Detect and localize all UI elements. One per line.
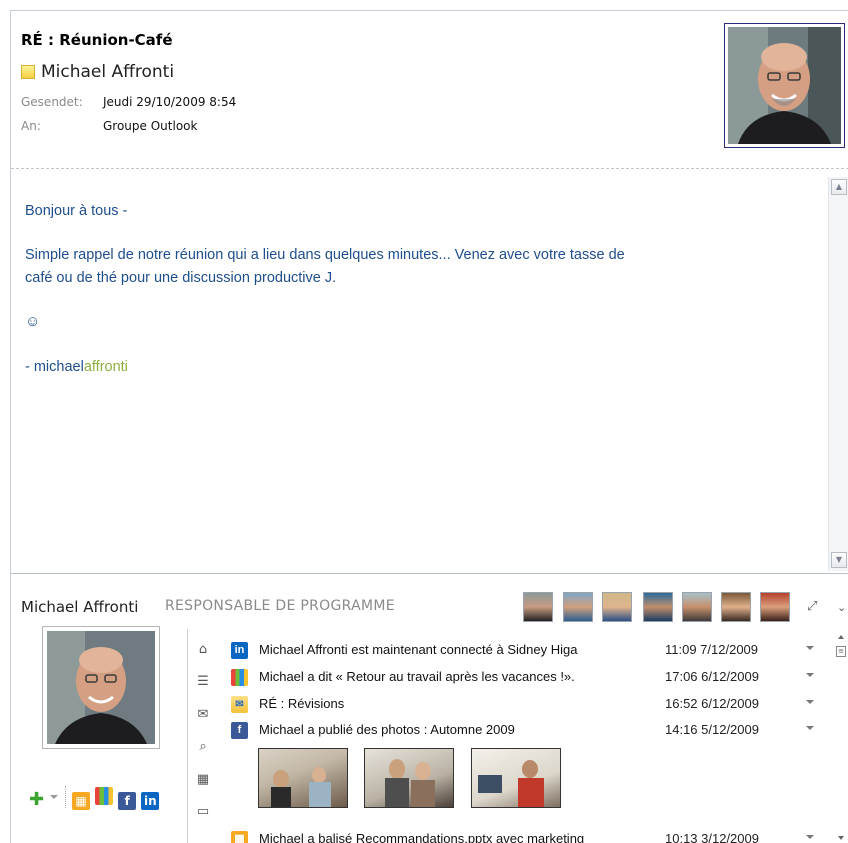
expand-icon[interactable]: ⤢ [807,599,817,614]
scroll-up-icon[interactable] [838,635,844,639]
photo-meeting-image [271,767,331,807]
chevron-down-icon[interactable] [806,700,814,704]
linkedin-icon[interactable]: in [141,792,160,810]
feed-item-date: 11:09 7/12/2009 [665,642,759,657]
contact-avatar[interactable] [721,592,751,622]
chevron-down-icon[interactable] [806,835,814,839]
scroll-up-button[interactable]: ▲ [831,179,847,195]
sender-name[interactable]: Michael Affronti [41,62,174,82]
to-value[interactable]: Groupe Outlook [103,119,197,133]
feed-item-text: Michael a balisé Recommandations.pptx av… [259,831,585,843]
contact-avatar[interactable] [563,592,593,622]
feed-item-date: 17:06 6/12/2009 [665,669,759,684]
body-line-2: café ou de thé pour une discussion produ… [25,270,337,286]
people-pane: Michael Affronti RESPONSABLE DE PROGRAMM… [11,573,848,843]
toolbar-separator [65,786,66,808]
sent-label: Gesendet: [21,95,83,109]
signature-suffix: affronti [83,359,128,375]
greeting-text: Bonjour à tous - [25,203,128,219]
sender-row[interactable]: Michael Affronti [21,62,174,82]
mail-icon[interactable]: ✉ [195,707,211,723]
contact-avatar[interactable] [523,592,553,622]
add-dropdown-icon[interactable] [50,795,58,799]
contact-avatar[interactable] [602,592,632,622]
status-update-icon[interactable]: ▭ [195,804,211,820]
feed-item-text: Michael Affronti est maintenant connecté… [259,642,578,657]
to-row: An: Groupe Outlook [21,119,197,133]
feed-item-date: 10:13 3/12/2009 [665,831,759,843]
chevron-down-icon[interactable] [806,726,814,730]
facebook-icon[interactable]: f [118,792,137,810]
feed-divider [187,629,188,843]
photo-thumbnail[interactable] [471,748,561,808]
scroll-thumb[interactable]: ≡ [836,646,846,657]
contact-avatar[interactable] [682,592,712,622]
sent-value: Jeudi 29/10/2009 8:54 [103,95,237,109]
contact-avatar[interactable] [643,592,673,622]
add-contact-icon[interactable]: ✚ [29,789,44,810]
photo-colleagues-image [385,759,435,807]
smiley-icon: ☺ [25,313,41,330]
photo-thumbnail[interactable] [364,748,454,808]
windows-live-icon[interactable] [95,787,114,805]
sharepoint-icon[interactable]: ▦ [72,792,90,810]
contact-avatar[interactable] [760,592,790,622]
sent-row: Gesendet: Jeudi 29/10/2009 8:54 [21,95,236,109]
contact-portrait-image [47,631,155,744]
reading-pane: RÉ : Réunion-Café Michael Affronti Gesen… [10,10,848,843]
sender-photo[interactable] [724,23,845,148]
chevron-down-icon[interactable] [806,646,814,650]
sender-portrait-image [728,27,841,144]
windows-live-icon [231,669,248,686]
signature: - michaelaffronti [25,359,128,375]
signature-prefix: - michael [25,359,84,375]
people-pane-title: RESPONSABLE DE PROGRAMME [165,598,395,614]
attachment-icon[interactable]: ⌕ [195,739,211,755]
people-pane-photo[interactable] [42,626,160,749]
feed-item-date: 14:16 5/12/2009 [665,722,759,737]
presence-icon [21,65,35,79]
photo-thumbnail[interactable] [258,748,348,808]
to-label: An: [21,119,41,133]
calendar-icon[interactable]: ▦ [195,772,211,788]
home-icon[interactable]: ⌂ [195,642,211,658]
linkedin-icon: in [231,642,248,659]
body-line-1: Simple rappel de notre réunion qui a lie… [25,247,625,263]
feed-scrollbar[interactable]: ≡ [834,629,848,843]
photo-workstation-image [478,760,544,807]
activity-icon[interactable]: ☰ [195,674,211,690]
mail-open-icon: ✉ [231,696,248,713]
sharepoint-icon: ▦ [231,831,248,843]
message-subject: RÉ : Réunion-Café [21,31,173,49]
scroll-down-icon[interactable] [838,836,844,840]
chevron-down-icon[interactable] [806,673,814,677]
feed-item-date: 16:52 6/12/2009 [665,696,759,711]
feed-item-text: RÉ : Révisions [259,696,345,711]
message-header: RÉ : Réunion-Café Michael Affronti Gesen… [11,11,848,167]
feed-item-text: Michael a publié des photos : Automne 20… [259,722,515,737]
facebook-icon: f [231,722,248,739]
body-scrollbar[interactable]: ▲ ▼ [828,177,848,571]
people-pane-name[interactable]: Michael Affronti [21,598,138,616]
scroll-down-button[interactable]: ▼ [831,552,847,568]
social-networks: ▦ f in [72,787,160,810]
message-body: Bonjour à tous - Simple rappel de notre … [11,169,828,573]
chevron-down-icon[interactable]: ⌄ [837,601,846,614]
feed-item-text: Michael a dit « Retour au travail après … [259,669,575,684]
